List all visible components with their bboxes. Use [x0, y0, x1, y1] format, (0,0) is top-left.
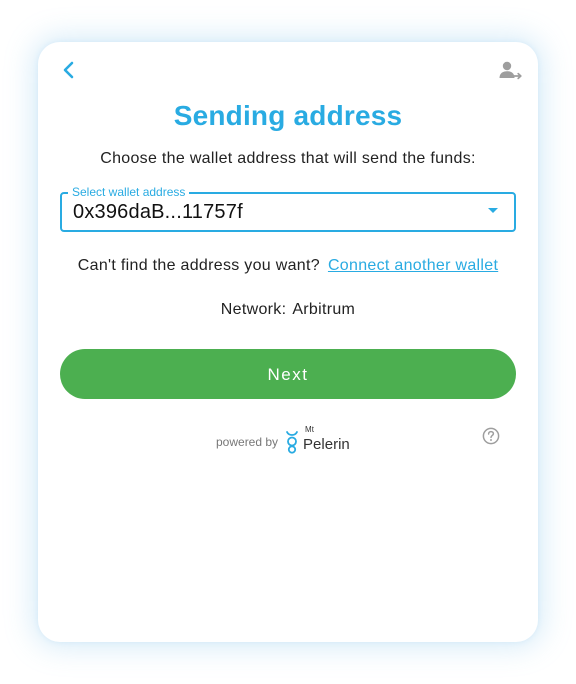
powered-by-footer: powered by Mt Pelerin	[216, 425, 350, 454]
main-card: Sending address Choose the wallet addres…	[38, 42, 538, 642]
wallet-select-label: Select wallet address	[68, 185, 190, 199]
network-row: Network: Arbitrum	[38, 301, 538, 319]
logo-superscript: Mt	[305, 425, 314, 434]
network-label: Network:	[220, 301, 287, 318]
connect-another-wallet-link[interactable]: Connect another wallet	[328, 257, 498, 274]
back-button[interactable]	[58, 59, 80, 81]
account-switch-button[interactable]	[498, 60, 524, 82]
network-value: Arbitrum	[292, 301, 356, 318]
logo-wordmark: Mt Pelerin	[303, 425, 350, 453]
wallet-select-value: 0x396daB...11757f	[73, 201, 243, 223]
chevron-left-icon	[63, 61, 74, 79]
caret-down-icon	[488, 208, 498, 213]
page-title: Sending address	[173, 100, 403, 131]
page-background: Sending address Choose the wallet addres…	[0, 0, 576, 684]
next-button[interactable]: Next	[60, 349, 516, 399]
question-circle-icon	[482, 427, 500, 445]
logo-name: Pelerin	[303, 436, 350, 453]
cant-find-text: Can't find the address you want?	[77, 257, 320, 274]
mt-pelerin-logo-icon	[286, 431, 298, 454]
powered-by-text: powered by	[216, 435, 279, 449]
instruction-text: Choose the wallet address that will send…	[100, 150, 476, 167]
wallet-address-select[interactable]: Select wallet address 0x396daB...11757f	[60, 185, 516, 232]
help-button[interactable]	[482, 427, 500, 445]
mt-pelerin-logo[interactable]: Mt Pelerin	[284, 425, 350, 454]
cant-find-row: Can't find the address you want? Connect …	[38, 257, 538, 275]
account-switch-icon	[499, 61, 522, 80]
